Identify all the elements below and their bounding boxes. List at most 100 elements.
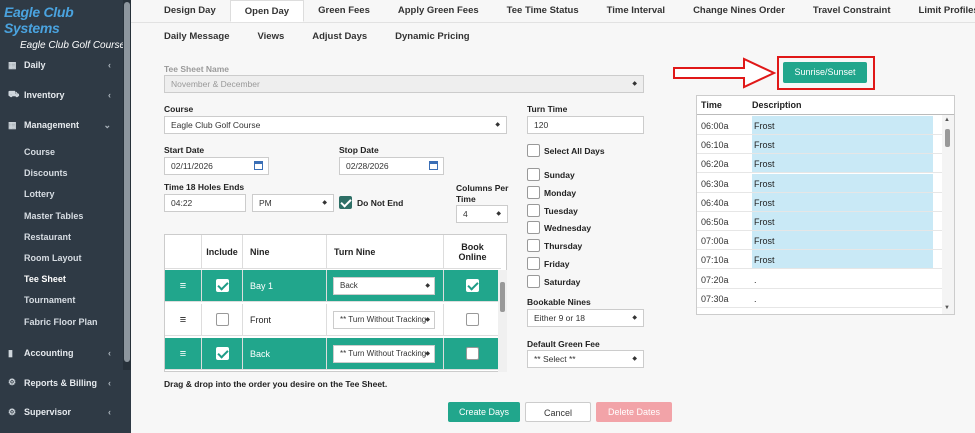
header-book-online: Book Online <box>443 235 501 268</box>
tab-time-interval[interactable]: Time Interval <box>593 0 679 22</box>
sidebar-subitem-fabric-floor-plan[interactable]: Fabric Floor Plan <box>24 317 98 327</box>
book-online-checkbox[interactable] <box>466 279 479 292</box>
tab-daily-message[interactable]: Daily Message <box>150 26 243 48</box>
day-checkbox-tuesday[interactable] <box>527 203 540 217</box>
calendar-icon[interactable] <box>429 161 438 170</box>
time-table-scrollbar[interactable]: ▲ ▼ <box>942 115 954 314</box>
list-item[interactable]: 06:10a Frost <box>697 135 943 155</box>
tab-design-day[interactable]: Design Day <box>150 0 230 22</box>
include-checkbox[interactable] <box>215 279 229 292</box>
ampm-select[interactable]: PM ◆ <box>252 194 334 212</box>
tab-tee-time-status[interactable]: Tee Time Status <box>493 0 593 22</box>
create-days-button[interactable]: Create Days <box>448 402 520 422</box>
include-checkbox[interactable] <box>215 313 229 326</box>
list-item[interactable]: 06:00a Frost <box>697 116 943 135</box>
sidebar-subitem-lottery[interactable]: Lottery <box>24 189 55 199</box>
sidebar-item-daily[interactable]: ▦ Daily ‹ <box>0 54 123 76</box>
day-checkbox-saturday[interactable] <box>527 274 540 288</box>
day-checkbox-sunday[interactable] <box>527 168 540 181</box>
sidebar-scroll-thumb[interactable] <box>124 2 130 362</box>
book-online-checkbox[interactable] <box>466 313 479 326</box>
drag-handle-icon[interactable]: ≡ <box>165 270 201 301</box>
sidebar-item-supervisor[interactable]: ⚙ Supervisor ‹ <box>0 401 123 423</box>
day-label-sunday: Sunday <box>544 170 575 180</box>
stop-date-input[interactable]: 02/28/2026 <box>339 157 444 175</box>
nines-table: Include Nine Turn Nine Book Online ≡ Bay … <box>164 234 507 372</box>
cancel-button[interactable]: Cancel <box>525 402 591 422</box>
tab-change-nines-order[interactable]: Change Nines Order <box>679 0 799 22</box>
turn-nine-select[interactable]: Back ◆ <box>333 277 435 295</box>
time-scroll-thumb[interactable] <box>945 129 950 147</box>
day-checkbox-wednesday[interactable] <box>527 221 540 235</box>
caret-updown-icon: ◆ <box>425 283 430 289</box>
sidebar-subitem-course[interactable]: Course <box>24 147 55 157</box>
tab-views[interactable]: Views <box>243 26 298 48</box>
list-item[interactable]: 07:00a Frost <box>697 231 943 251</box>
list-item[interactable]: 07:20a. <box>697 270 943 289</box>
tee-sheet-name-value: November & December <box>171 79 260 89</box>
do-not-end-checkbox[interactable] <box>339 196 352 209</box>
day-checkbox-thursday[interactable] <box>527 239 540 253</box>
list-item[interactable]: 06:40a Frost <box>697 192 943 212</box>
time-value: 06:20a <box>701 159 729 170</box>
sidebar-subitem-restaurant[interactable]: Restaurant <box>24 232 71 242</box>
day-checkbox-friday[interactable] <box>527 257 540 270</box>
course-select[interactable]: Eagle Club Golf Course ◆ <box>164 116 507 134</box>
turn-nine-select[interactable]: ** Turn Without Tracking ◆ <box>333 311 435 329</box>
tab-adjust-days[interactable]: Adjust Days <box>298 26 381 48</box>
drag-handle-icon[interactable]: ≡ <box>165 304 201 335</box>
sunrise-sunset-button[interactable]: Sunrise/Sunset <box>783 62 867 83</box>
turn-nine-select[interactable]: ** Turn Without Tracking ◆ <box>333 345 435 363</box>
default-green-fee-select[interactable]: ** Select ** ◆ <box>527 350 644 368</box>
turn-nine-cell: ** Turn Without Tracking ◆ <box>326 304 443 335</box>
sidebar-item-reports-billing[interactable]: ⚙ Reports & Billing ‹ <box>0 372 123 394</box>
gear-icon: ⚙ <box>8 406 17 417</box>
chart-icon: ▮ <box>8 347 13 358</box>
tab-green-fees[interactable]: Green Fees <box>304 0 384 22</box>
turn-nine-value: ** Turn Without Tracking <box>340 315 427 324</box>
select-all-days-checkbox[interactable] <box>527 144 540 157</box>
turn-time-input[interactable]: 120 <box>527 116 644 134</box>
scroll-down-icon[interactable]: ▼ <box>944 305 950 311</box>
day-checkbox-monday[interactable] <box>527 185 540 199</box>
list-item[interactable]: 06:50a Frost <box>697 212 943 231</box>
include-checkbox[interactable] <box>215 347 229 360</box>
calendar-icon[interactable] <box>254 161 263 170</box>
list-item[interactable]: 06:20a Frost <box>697 154 943 174</box>
scroll-up-icon[interactable]: ▲ <box>944 117 950 123</box>
table-row[interactable]: ≡ Bay 1 Back ◆ <box>165 270 501 302</box>
sidebar-item-management[interactable]: ▦ Management ⌄ <box>0 114 123 136</box>
sidebar-subitem-master-tables[interactable]: Master Tables <box>24 211 83 221</box>
sidebar-subitem-room-layout[interactable]: Room Layout <box>24 253 82 263</box>
table-row[interactable]: ≡ Back ** Turn Without Tracking ◆ <box>165 338 501 370</box>
columns-value: 4 <box>463 209 468 219</box>
time18-input[interactable]: 04:22 <box>164 194 246 212</box>
sidebar-subitem-tournament[interactable]: Tournament <box>24 295 75 305</box>
tab-open-day[interactable]: Open Day <box>229 0 305 22</box>
list-item[interactable]: 06:30a Frost <box>697 173 943 193</box>
table-row[interactable]: ≡ Front ** Turn Without Tracking ◆ <box>165 304 501 336</box>
sidebar-subitem-tee-sheet[interactable]: Tee Sheet <box>24 274 66 284</box>
tab-travel-constraint[interactable]: Travel Constraint <box>799 0 905 22</box>
bookable-nines-select[interactable]: Either 9 or 18 ◆ <box>527 309 644 327</box>
book-online-checkbox[interactable] <box>466 347 479 360</box>
drag-handle-icon[interactable]: ≡ <box>165 338 201 369</box>
header-nine: Nine <box>242 235 326 268</box>
nines-scroll-thumb[interactable] <box>500 282 505 312</box>
nines-table-scrollbar[interactable] <box>498 270 507 372</box>
sidebar-item-label: Reports & Billing <box>24 377 98 388</box>
list-item[interactable]: 07:30a. <box>697 289 943 308</box>
start-date-input[interactable]: 02/11/2026 <box>164 157 269 175</box>
sidebar-item-accounting[interactable]: ▮ Accounting ‹ <box>0 342 123 364</box>
sidebar-item-inventory[interactable]: ⛟ Inventory ‹ <box>0 84 123 106</box>
sidebar-subitem-discounts[interactable]: Discounts <box>24 168 68 178</box>
columns-select[interactable]: 4 ◆ <box>456 205 508 223</box>
tab-limit-profiles[interactable]: Limit Profiles <box>905 0 975 22</box>
stop-date-value: 02/28/2026 <box>346 161 389 171</box>
caret-updown-icon: ◆ <box>425 351 430 357</box>
tab-dynamic-pricing[interactable]: Dynamic Pricing <box>381 26 483 48</box>
sidebar-scrollbar[interactable] <box>123 0 131 370</box>
tab-apply-green-fees[interactable]: Apply Green Fees <box>384 0 493 22</box>
list-item[interactable]: 07:10a Frost <box>697 250 943 270</box>
delete-dates-button[interactable]: Delete Dates <box>596 402 672 422</box>
